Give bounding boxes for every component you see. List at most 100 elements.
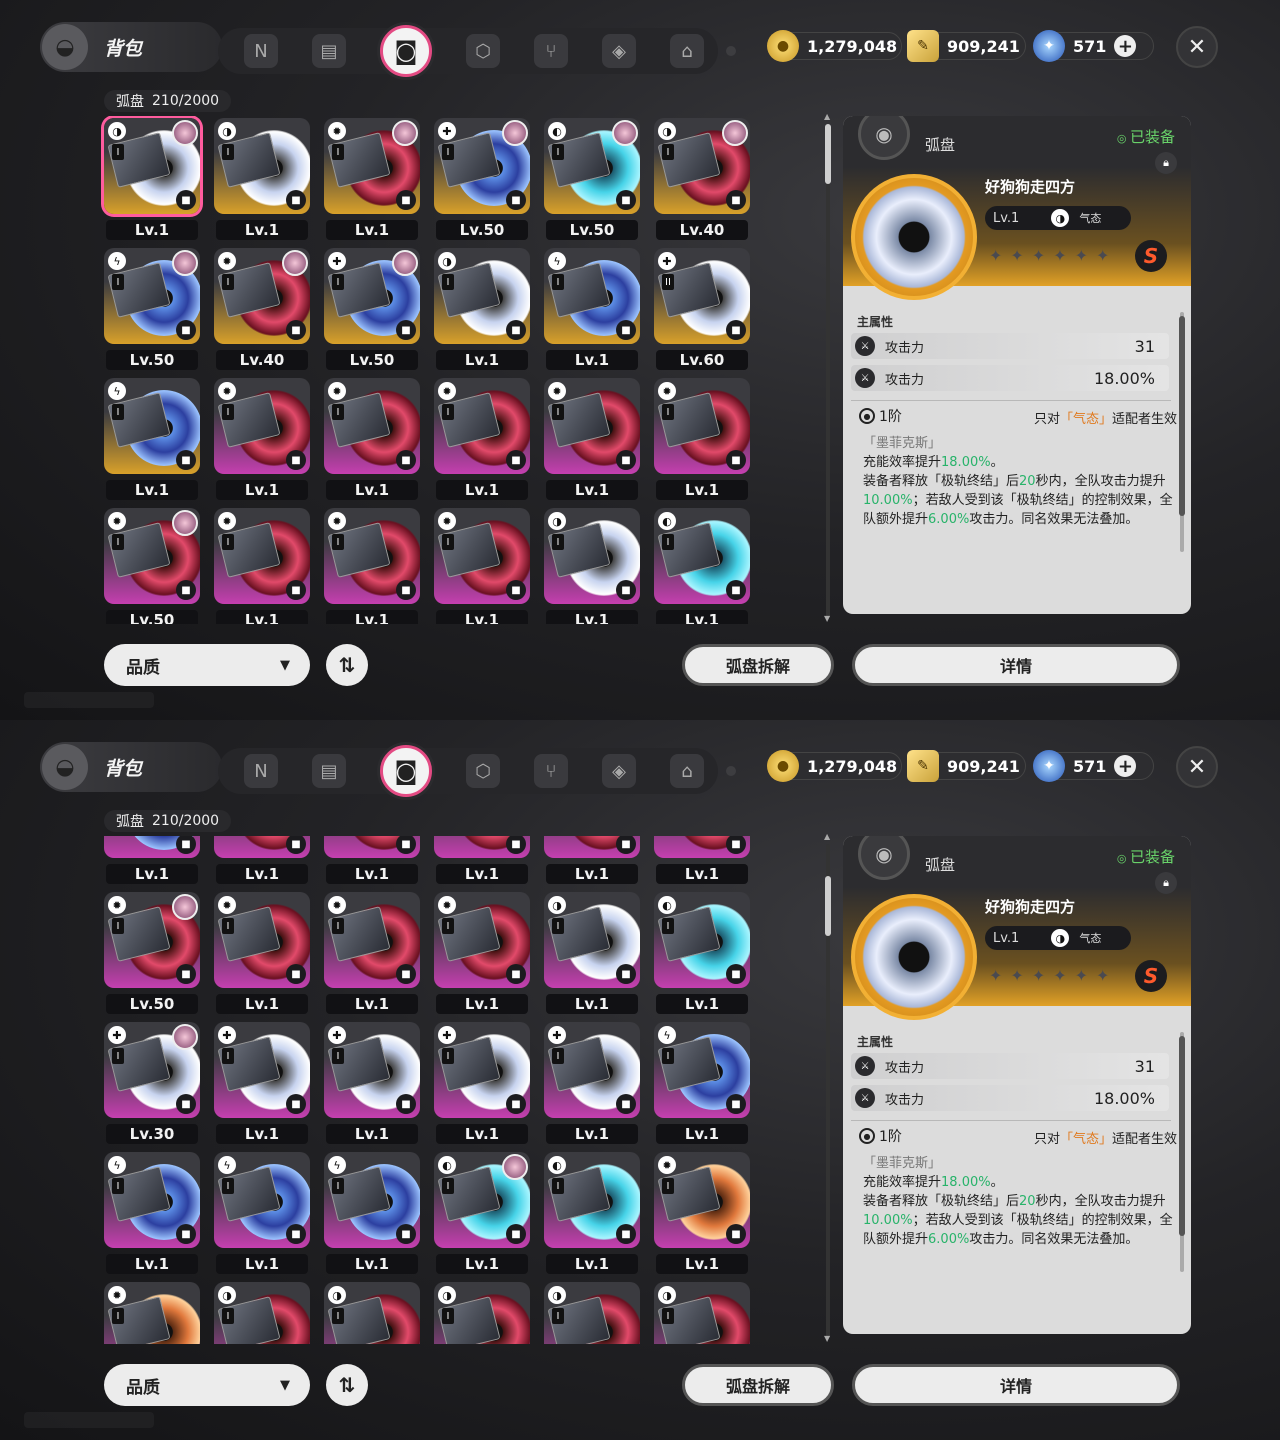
disc-card[interactable]: ϟ I ■ Lv.1: [104, 1152, 200, 1274]
disc-card[interactable]: ◑ I ■ Lv.1: [434, 248, 530, 370]
disc-card[interactable]: ◐ I ■ Lv.1: [654, 508, 750, 624]
disassemble-button[interactable]: 弧盘拆解: [682, 644, 834, 686]
disc-card[interactable]: ◑I■: [434, 1282, 530, 1344]
disc-card[interactable]: ◑I■: [324, 1282, 420, 1344]
lock-icon[interactable]: 🔒︎: [1155, 872, 1177, 894]
lock-icon: ■: [726, 450, 746, 470]
disc-level-label: Lv.1: [546, 1254, 638, 1274]
disc-card[interactable]: ✚ I ■ Lv.30: [104, 1022, 200, 1144]
scroll-down-icon[interactable]: ▼: [824, 614, 830, 623]
disc-card[interactable]: ϟ I ■ Lv.1: [324, 1152, 420, 1274]
quality-filter-dropdown[interactable]: 品质 ▼: [104, 1364, 310, 1406]
disc-card[interactable]: ϟ I ■ Lv.50: [104, 248, 200, 370]
disc-card[interactable]: ✹ I ■ Lv.1: [434, 378, 530, 500]
tab-materials-icon[interactable]: ◈: [602, 34, 636, 68]
detail-scroll-thumb[interactable]: [1179, 1036, 1185, 1236]
disc-card[interactable]: ✹ I ■ Lv.1: [544, 378, 640, 500]
grid-scroll-thumb[interactable]: [825, 124, 831, 184]
disc-card[interactable]: ◐ I ■ Lv.50: [544, 118, 640, 240]
scroll-down-icon[interactable]: ▼: [824, 1334, 830, 1343]
disc-card[interactable]: ϟ I ■ Lv.1: [214, 1152, 310, 1274]
disc-card[interactable]: ✹ I ■ Lv.1: [434, 508, 530, 624]
disc-card[interactable]: ✹I■: [104, 1282, 200, 1344]
disc-card[interactable]: ✹ I ■ Lv.1: [654, 1152, 750, 1274]
disc-card[interactable]: ϟ I ■ Lv.1: [104, 378, 200, 500]
close-icon[interactable]: ✕: [1176, 26, 1218, 68]
disc-card[interactable]: ■ Lv.1: [434, 836, 530, 884]
disc-card[interactable]: ✹ I ■ Lv.1: [214, 892, 310, 1014]
tab-cube-icon[interactable]: ⬡: [466, 34, 500, 68]
currency-tickets: ✎ 909,241: [907, 30, 1026, 62]
grid-scrollbar[interactable]: [826, 124, 830, 618]
disc-card[interactable]: ✹ I ■ Lv.1: [324, 378, 420, 500]
disc-card[interactable]: ■ Lv.1: [214, 836, 310, 884]
add-gems-icon[interactable]: +: [1114, 35, 1137, 57]
detail-scroll-thumb[interactable]: [1179, 316, 1185, 516]
disc-card[interactable]: ■ Lv.1: [104, 836, 200, 884]
equipped-agent-avatar: [282, 250, 308, 276]
disc-count-label: 弧盘 210/2000: [104, 810, 232, 832]
disc-card[interactable]: ◐ I ■ Lv.1: [654, 892, 750, 1014]
tab-disc-icon[interactable]: ◙: [380, 745, 432, 797]
tab-food-icon[interactable]: ⑂: [534, 754, 568, 788]
disc-card[interactable]: ✚ I ■ Lv.50: [324, 248, 420, 370]
disc-card[interactable]: ◐ I ■ Lv.1: [434, 1152, 530, 1274]
disc-card[interactable]: ϟ I ■ Lv.1: [544, 248, 640, 370]
disc-card[interactable]: ■ Lv.1: [324, 836, 420, 884]
disc-card[interactable]: ✹ I ■ Lv.1: [654, 378, 750, 500]
tab-home-icon[interactable]: ⌂: [670, 34, 704, 68]
disc-card[interactable]: ◑ I ■ Lv.1: [214, 118, 310, 240]
lock-icon: ■: [396, 1094, 416, 1114]
details-button[interactable]: 详情: [852, 644, 1180, 686]
disc-card[interactable]: ✹ I ■ Lv.1: [324, 892, 420, 1014]
tab-device-icon[interactable]: ▤: [312, 754, 346, 788]
disc-card[interactable]: ◑I■: [544, 1282, 640, 1344]
tab-food-icon[interactable]: ⑂: [534, 34, 568, 68]
disc-card[interactable]: ✹ I ■ Lv.1: [324, 118, 420, 240]
disc-card[interactable]: ✚ I ■ Lv.1: [544, 1022, 640, 1144]
grid-scroll-thumb[interactable]: [825, 876, 831, 936]
disc-card[interactable]: ◑I■: [654, 1282, 750, 1344]
disc-level-label: Lv.40: [216, 350, 308, 370]
tab-agents-icon[interactable]: N: [244, 754, 278, 788]
disc-card[interactable]: ✹ I ■ Lv.40: [214, 248, 310, 370]
scroll-up-icon[interactable]: ▲: [824, 112, 830, 121]
disc-card[interactable]: ◑ I ■ Lv.1: [544, 892, 640, 1014]
disc-card[interactable]: ✹ I ■ Lv.1: [324, 508, 420, 624]
details-button[interactable]: 详情: [852, 1364, 1180, 1406]
tab-cube-icon[interactable]: ⬡: [466, 754, 500, 788]
tab-disc-icon[interactable]: ◙: [380, 25, 432, 77]
disc-card[interactable]: ✹ I ■ Lv.1: [434, 892, 530, 1014]
disc-card[interactable]: ✚ I ■ Lv.1: [214, 1022, 310, 1144]
disc-card[interactable]: ✚ II ■ Lv.60: [654, 248, 750, 370]
disc-card[interactable]: ■ Lv.1: [654, 836, 750, 884]
disc-card[interactable]: ✹ I ■ Lv.50: [104, 508, 200, 624]
sort-order-button[interactable]: ⇅: [326, 1364, 368, 1406]
disc-card[interactable]: ◑ I ■ Lv.1: [544, 508, 640, 624]
disc-card[interactable]: ϟ I ■ Lv.1: [654, 1022, 750, 1144]
add-gems-icon[interactable]: +: [1114, 755, 1137, 777]
disc-card[interactable]: ✹ I ■ Lv.1: [214, 378, 310, 500]
disc-card[interactable]: ✹ I ■ Lv.50: [104, 892, 200, 1014]
disc-card[interactable]: ✹ I ■ Lv.1: [214, 508, 310, 624]
disc-card[interactable]: ◑ I ■ Lv.1: [104, 118, 200, 240]
tab-materials-icon[interactable]: ◈: [602, 754, 636, 788]
scroll-up-icon[interactable]: ▲: [824, 832, 830, 841]
disc-card[interactable]: ✚ I ■ Lv.50: [434, 118, 530, 240]
tab-agents-icon[interactable]: N: [244, 34, 278, 68]
disassemble-button[interactable]: 弧盘拆解: [682, 1364, 834, 1406]
tab-home-icon[interactable]: ⌂: [670, 754, 704, 788]
disc-card[interactable]: ◑ I ■ Lv.40: [654, 118, 750, 240]
stat-row: ⚔ 攻击力 31: [851, 1053, 1169, 1079]
quality-filter-dropdown[interactable]: 品质 ▼: [104, 644, 310, 686]
close-icon[interactable]: ✕: [1176, 746, 1218, 788]
lock-icon[interactable]: 🔒︎: [1155, 152, 1177, 174]
disc-card[interactable]: ✚ I ■ Lv.1: [324, 1022, 420, 1144]
disc-card[interactable]: ◑I■: [214, 1282, 310, 1344]
tab-device-icon[interactable]: ▤: [312, 34, 346, 68]
disc-card[interactable]: ◐ I ■ Lv.1: [544, 1152, 640, 1274]
disc-card[interactable]: ■ Lv.1: [544, 836, 640, 884]
effect-line-2: 装备者释放「极轨终结」后20秒内，全队攻击力提升10.00%；若敌人受到该「极轨…: [863, 472, 1175, 529]
disc-card[interactable]: ✚ I ■ Lv.1: [434, 1022, 530, 1144]
sort-order-button[interactable]: ⇅: [326, 644, 368, 686]
